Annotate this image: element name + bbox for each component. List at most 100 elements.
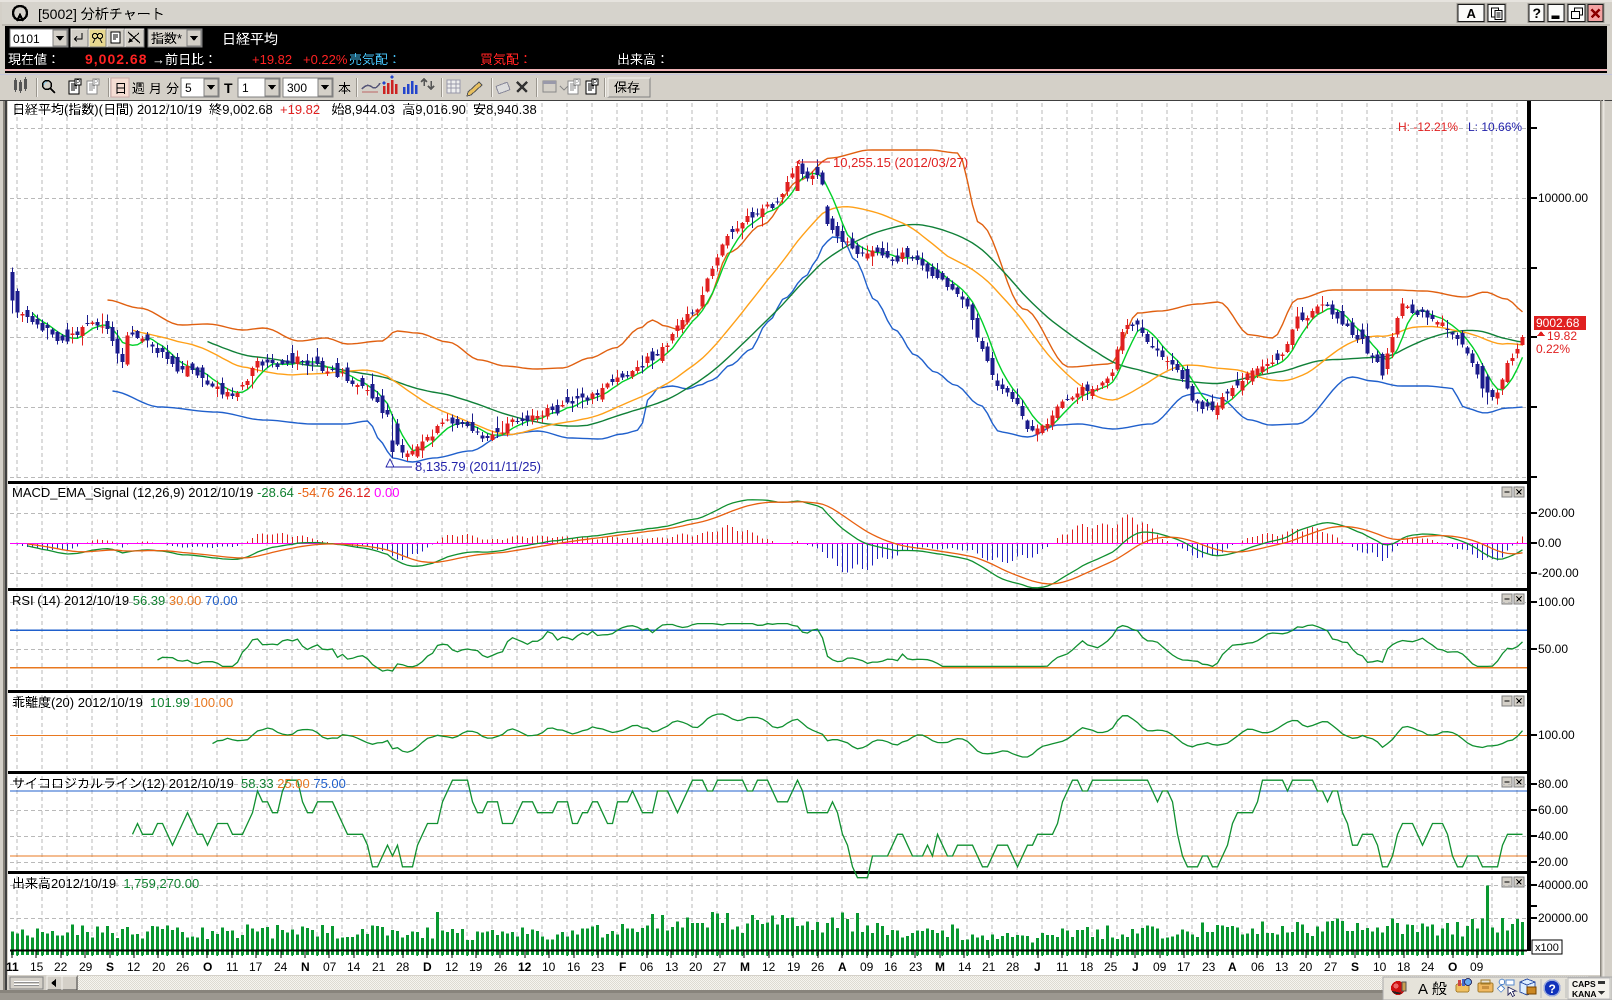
svg-text:13: 13 xyxy=(1275,960,1289,974)
svg-text:06: 06 xyxy=(1251,960,1265,974)
svg-text:56.39: 56.39 xyxy=(133,593,166,608)
svg-text:0101: 0101 xyxy=(13,32,40,46)
svg-text:13: 13 xyxy=(665,960,679,974)
svg-text:KANA: KANA xyxy=(1572,989,1597,999)
svg-text:MACD_EMA_Signal (12,26,9) 2012: MACD_EMA_Signal (12,26,9) 2012/10/19 xyxy=(12,485,253,500)
svg-text:F: F xyxy=(619,960,626,974)
svg-text:26.12: 26.12 xyxy=(338,485,371,500)
svg-text:300: 300 xyxy=(287,81,307,95)
svg-text:→: → xyxy=(152,52,165,67)
svg-text:9,002.68: 9,002.68 xyxy=(85,51,148,67)
svg-text:*: * xyxy=(177,31,182,46)
svg-text:27: 27 xyxy=(713,960,727,974)
svg-text:1: 1 xyxy=(242,81,249,95)
svg-text:58.33: 58.33 xyxy=(241,776,274,791)
svg-text:+0.22%: +0.22% xyxy=(303,52,348,67)
svg-text:09: 09 xyxy=(860,960,874,974)
svg-text:26: 26 xyxy=(176,960,190,974)
svg-text:A: A xyxy=(1228,960,1237,974)
svg-text:19.82: 19.82 xyxy=(1547,329,1577,343)
svg-text:17: 17 xyxy=(249,960,263,974)
svg-text:-54.76: -54.76 xyxy=(298,485,335,500)
svg-text:20.00: 20.00 xyxy=(1538,855,1568,869)
svg-text:12: 12 xyxy=(518,960,532,974)
svg-text:80.00: 80.00 xyxy=(1538,777,1568,791)
svg-text:12: 12 xyxy=(127,960,141,974)
svg-text:T: T xyxy=(224,80,233,96)
svg-text:16: 16 xyxy=(884,960,898,974)
svg-text:L: 10.66%: L: 10.66% xyxy=(1468,120,1522,134)
svg-text:9,002.68: 9,002.68 xyxy=(222,102,273,117)
svg-text:O: O xyxy=(203,960,212,974)
svg-text:RSI (14) 2012/10/19: RSI (14) 2012/10/19 xyxy=(12,593,129,608)
svg-text:100.00: 100.00 xyxy=(1538,728,1575,742)
svg-text:?: ? xyxy=(1549,982,1556,996)
svg-text:06: 06 xyxy=(640,960,654,974)
svg-text:23: 23 xyxy=(909,960,923,974)
svg-text:12: 12 xyxy=(445,960,459,974)
svg-text:29: 29 xyxy=(79,960,93,974)
svg-text:5: 5 xyxy=(185,81,192,95)
svg-text:10,255.15 (2012/03/27): 10,255.15 (2012/03/27) xyxy=(833,155,968,170)
svg-text:J: J xyxy=(1034,960,1041,974)
svg-text:101.99: 101.99 xyxy=(150,695,190,710)
svg-text:17: 17 xyxy=(1177,960,1191,974)
svg-text:)(: )( xyxy=(94,102,103,117)
svg-text:) 2012/10/19: ) 2012/10/19 xyxy=(129,102,202,117)
svg-text:(: ( xyxy=(64,102,69,117)
svg-text:30.00: 30.00 xyxy=(169,593,202,608)
svg-text:19: 19 xyxy=(469,960,483,974)
svg-text:10: 10 xyxy=(542,960,556,974)
svg-text:11: 11 xyxy=(1056,960,1069,974)
svg-text:23: 23 xyxy=(1202,960,1216,974)
svg-text:S: S xyxy=(1351,960,1359,974)
svg-text:A: A xyxy=(838,960,847,974)
svg-text:0.00: 0.00 xyxy=(1538,536,1562,550)
svg-text:200.00: 200.00 xyxy=(1538,506,1575,520)
svg-text:60.00: 60.00 xyxy=(1538,803,1568,817)
svg-text:8,944.03: 8,944.03 xyxy=(344,102,395,117)
svg-text:25: 25 xyxy=(1104,960,1118,974)
svg-text:P: P xyxy=(76,80,80,86)
svg-text:12: 12 xyxy=(762,960,776,974)
svg-text:24: 24 xyxy=(274,960,288,974)
svg-text:P: P xyxy=(593,80,597,86)
svg-text:P: P xyxy=(575,80,579,86)
svg-text:8,940.38: 8,940.38 xyxy=(486,102,537,117)
svg-text:14: 14 xyxy=(347,960,361,974)
svg-text:28: 28 xyxy=(396,960,410,974)
svg-text:20000.00: 20000.00 xyxy=(1538,911,1588,925)
svg-text:14: 14 xyxy=(958,960,972,974)
svg-text:100.00: 100.00 xyxy=(1538,595,1575,609)
svg-text:N: N xyxy=(301,960,310,974)
svg-text:50.00: 50.00 xyxy=(1538,642,1568,656)
svg-text:19: 19 xyxy=(787,960,801,974)
svg-text:22: 22 xyxy=(54,960,68,974)
svg-text:9002.68: 9002.68 xyxy=(1536,316,1580,330)
svg-text:8,135.79 (2011/11/25): 8,135.79 (2011/11/25) xyxy=(415,459,541,474)
svg-text:0.00: 0.00 xyxy=(374,485,399,500)
svg-text:10: 10 xyxy=(1373,960,1387,974)
svg-text:16: 16 xyxy=(567,960,581,974)
svg-text:28: 28 xyxy=(1006,960,1020,974)
svg-text:26: 26 xyxy=(494,960,508,974)
svg-text:27: 27 xyxy=(1324,960,1338,974)
svg-text:(20) 2012/10/19: (20) 2012/10/19 xyxy=(51,695,143,710)
svg-text:9,016.90: 9,016.90 xyxy=(415,102,466,117)
svg-text:2012/10/19: 2012/10/19 xyxy=(51,876,116,891)
svg-text:20: 20 xyxy=(1299,960,1313,974)
svg-text:x100: x100 xyxy=(1535,942,1559,954)
svg-text:20: 20 xyxy=(152,960,166,974)
svg-text:70.00: 70.00 xyxy=(205,593,238,608)
svg-text:09: 09 xyxy=(1470,960,1484,974)
svg-text:11: 11 xyxy=(226,960,239,974)
svg-text:18: 18 xyxy=(1080,960,1094,974)
svg-text:15: 15 xyxy=(30,960,44,974)
svg-text:0.22%: 0.22% xyxy=(1536,342,1570,356)
svg-text:07: 07 xyxy=(323,960,337,974)
svg-text:23: 23 xyxy=(591,960,605,974)
svg-text:?: ? xyxy=(1533,5,1542,21)
svg-text:100.00: 100.00 xyxy=(193,695,233,710)
svg-text:26: 26 xyxy=(811,960,825,974)
svg-text:CAPS: CAPS xyxy=(1572,979,1596,989)
